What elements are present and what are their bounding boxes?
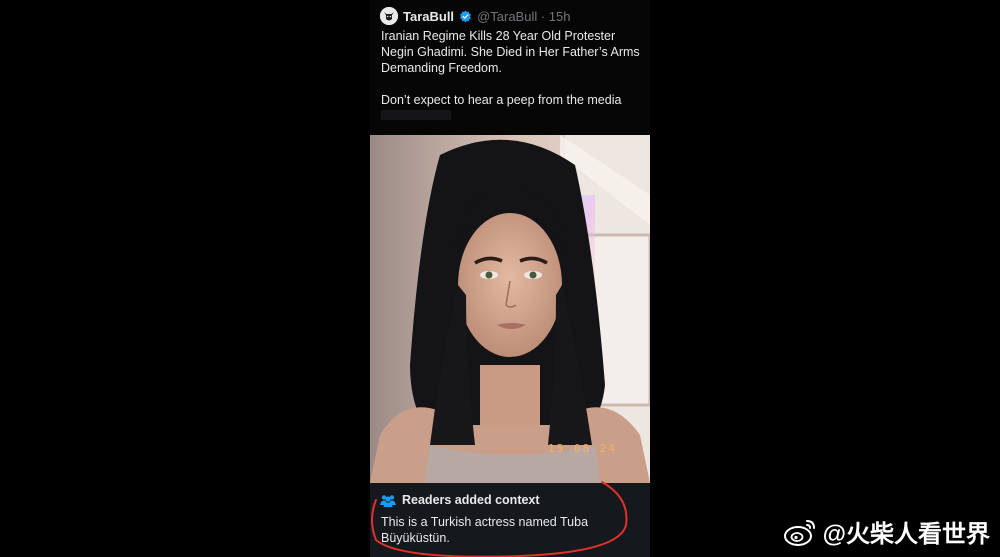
bull-logo-icon xyxy=(380,7,398,25)
verified-badge-icon xyxy=(460,10,471,22)
weibo-logo-icon xyxy=(783,519,815,546)
tweet-text: Iranian Regime Kills 28 Year Old Protest… xyxy=(381,28,643,108)
community-note[interactable]: Readers added context This is a Turkish … xyxy=(370,483,650,557)
tweet-photo[interactable]: 15 08 24 xyxy=(370,135,650,483)
tweet-text-paragraph-2: Don’t expect to hear a peep from the med… xyxy=(381,93,622,107)
portrait-image xyxy=(370,135,650,483)
tweet-header: TaraBull @TaraBull · 15h xyxy=(380,6,570,26)
people-icon xyxy=(380,494,396,507)
watermark-text: @火柴人看世界 xyxy=(822,521,990,548)
weibo-watermark: @火柴人看世界 xyxy=(783,514,990,549)
community-note-title: Readers added context xyxy=(402,493,540,507)
handle-and-time[interactable]: @TaraBull · 15h xyxy=(477,9,570,24)
photo-date-stamp: 15 08 24 xyxy=(548,442,617,455)
display-name[interactable]: TaraBull xyxy=(403,9,454,24)
avatar[interactable] xyxy=(380,7,398,25)
community-note-header: Readers added context xyxy=(380,493,540,507)
community-note-body: This is a Turkish actress named Tuba Büy… xyxy=(381,515,589,545)
tweet-card[interactable]: TaraBull @TaraBull · 15h Iranian Regime … xyxy=(370,0,650,557)
tweet-text-paragraph-1: Iranian Regime Kills 28 Year Old Protest… xyxy=(381,29,640,75)
blurred-hashtag xyxy=(381,110,451,120)
